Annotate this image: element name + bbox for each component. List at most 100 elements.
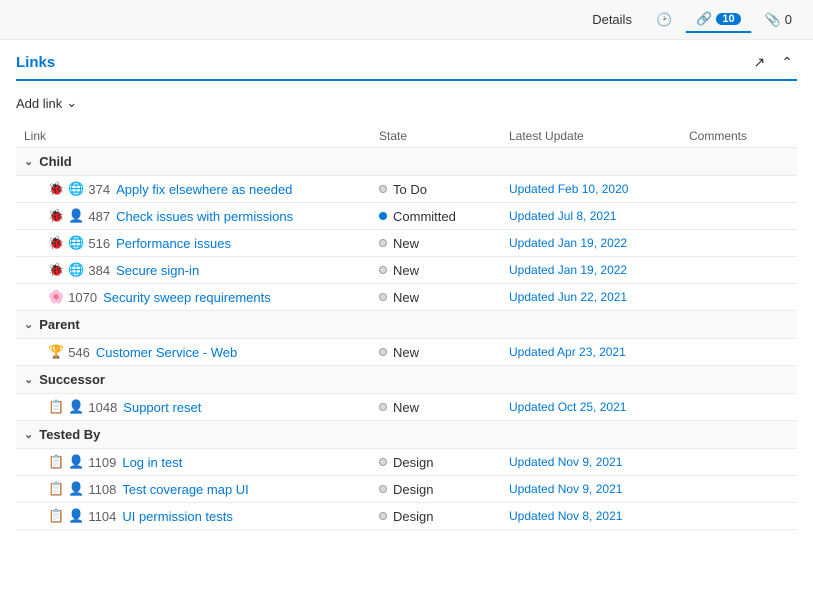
- expand-icon[interactable]: ↗: [750, 52, 770, 73]
- col-link: Link: [24, 129, 379, 143]
- state-dot: [379, 212, 387, 220]
- group-chevron-icon: ⌄: [24, 373, 33, 386]
- add-link-button[interactable]: Add link ⌄: [16, 91, 77, 115]
- item-title[interactable]: Test coverage map UI: [122, 482, 248, 497]
- paperclip-icon: 📎: [765, 12, 781, 28]
- item-title[interactable]: Check issues with permissions: [116, 209, 293, 224]
- item-title[interactable]: Secure sign-in: [116, 263, 199, 278]
- update-cell: Updated Jan 19, 2022: [509, 236, 689, 250]
- state-cell: New: [379, 236, 509, 251]
- state-cell: Committed: [379, 209, 509, 224]
- details-tab[interactable]: Details: [581, 7, 643, 32]
- link-cell: 🐞🌐 516 Performance issues: [48, 235, 379, 251]
- collapse-icon[interactable]: ⌃: [777, 52, 797, 73]
- add-link-label: Add link: [16, 96, 62, 111]
- item-icon: 👤: [68, 454, 84, 470]
- item-id: 546: [68, 345, 90, 360]
- state-dot: [379, 293, 387, 301]
- state-dot: [379, 185, 387, 193]
- state-label: New: [393, 236, 419, 251]
- group-chevron-icon: ⌄: [24, 155, 33, 168]
- links-icon: 🔗: [696, 11, 712, 27]
- link-cell: 📋👤 1108 Test coverage map UI: [48, 481, 379, 497]
- link-cell: 📋👤 1104 UI permission tests: [48, 508, 379, 524]
- update-cell: Updated Jan 19, 2022: [509, 263, 689, 277]
- state-label: Design: [393, 455, 433, 470]
- history-icon: 🕑: [656, 12, 672, 28]
- item-title[interactable]: Support reset: [123, 400, 201, 415]
- update-cell: Updated Nov 8, 2021: [509, 509, 689, 523]
- item-id: 374: [88, 182, 110, 197]
- state-label: New: [393, 400, 419, 415]
- group-row-tested-by[interactable]: ⌄ Tested By: [16, 421, 797, 449]
- item-id: 384: [88, 263, 110, 278]
- item-title[interactable]: Security sweep requirements: [103, 290, 271, 305]
- table-header: Link State Latest Update Comments: [16, 125, 797, 148]
- group-chevron-icon: ⌄: [24, 318, 33, 331]
- item-title[interactable]: Performance issues: [116, 236, 231, 251]
- item-title[interactable]: Apply fix elsewhere as needed: [116, 182, 292, 197]
- group-label: Child: [39, 154, 72, 169]
- item-icon: 👤: [68, 399, 84, 415]
- group-row-successor[interactable]: ⌄ Successor: [16, 366, 797, 394]
- table-row: 🐞🌐 516 Performance issues New Updated Ja…: [16, 230, 797, 257]
- links-title: Links: [16, 54, 55, 71]
- table-row: 📋👤 1104 UI permission tests Design Updat…: [16, 503, 797, 530]
- state-cell: New: [379, 345, 509, 360]
- update-cell: Updated Feb 10, 2020: [509, 182, 689, 196]
- header-actions: ↗ ⌃: [750, 52, 797, 73]
- attachments-button[interactable]: 📎 0: [756, 7, 801, 33]
- link-cell: 🐞🌐 384 Secure sign-in: [48, 262, 379, 278]
- item-title[interactable]: Customer Service - Web: [96, 345, 237, 360]
- state-cell: Design: [379, 482, 509, 497]
- state-cell: Design: [379, 509, 509, 524]
- update-cell: Updated Oct 25, 2021: [509, 400, 689, 414]
- state-dot: [379, 485, 387, 493]
- state-dot: [379, 458, 387, 466]
- item-id: 1109: [88, 455, 116, 470]
- item-title[interactable]: UI permission tests: [122, 509, 233, 524]
- state-cell: Design: [379, 455, 509, 470]
- state-label: New: [393, 263, 419, 278]
- item-id: 487: [88, 209, 110, 224]
- link-cell: 🌸 1070 Security sweep requirements: [48, 289, 379, 305]
- item-id: 1070: [68, 290, 97, 305]
- table-row: 🌸 1070 Security sweep requirements New U…: [16, 284, 797, 311]
- state-label: Committed: [393, 209, 456, 224]
- col-state: State: [379, 129, 509, 143]
- link-cell: 🐞🌐 374 Apply fix elsewhere as needed: [48, 181, 379, 197]
- update-cell: Updated Jun 22, 2021: [509, 290, 689, 304]
- update-cell: Updated Nov 9, 2021: [509, 455, 689, 469]
- item-title[interactable]: Log in test: [122, 455, 182, 470]
- state-dot: [379, 403, 387, 411]
- links-tab[interactable]: 🔗 10: [685, 6, 751, 33]
- item-icon: 📋: [48, 454, 64, 470]
- group-row-child[interactable]: ⌄ Child: [16, 148, 797, 176]
- state-dot: [379, 512, 387, 520]
- item-icon: 🏆: [48, 344, 64, 360]
- item-id: 516: [88, 236, 110, 251]
- item-icon: 🐞: [48, 208, 64, 224]
- dropdown-icon: ⌄: [66, 95, 77, 111]
- attachments-count: 0: [785, 12, 792, 27]
- col-comments: Comments: [689, 129, 789, 143]
- item-icon: 📋: [48, 399, 64, 415]
- item-id: 1048: [88, 400, 117, 415]
- item-id: 1104: [88, 509, 116, 524]
- content-area: Links ↗ ⌃ Add link ⌄ Link State Latest U…: [0, 40, 813, 542]
- groups-container: ⌄ Child 🐞🌐 374 Apply fix elsewhere as ne…: [16, 148, 797, 530]
- top-bar: Details 🕑 🔗 10 📎 0: [0, 0, 813, 40]
- item-icon: 🐞: [48, 235, 64, 251]
- links-table: Link State Latest Update Comments ⌄ Chil…: [16, 125, 797, 530]
- item-icon: 🌐: [68, 262, 84, 278]
- group-row-parent[interactable]: ⌄ Parent: [16, 311, 797, 339]
- update-cell: Updated Apr 23, 2021: [509, 345, 689, 359]
- state-label: Design: [393, 509, 433, 524]
- group-label: Successor: [39, 372, 105, 387]
- state-label: New: [393, 345, 419, 360]
- group-label: Tested By: [39, 427, 100, 442]
- item-icon: 📋: [48, 481, 64, 497]
- item-icon: 👤: [68, 208, 84, 224]
- history-button[interactable]: 🕑: [647, 7, 681, 33]
- table-row: 🐞👤 487 Check issues with permissions Com…: [16, 203, 797, 230]
